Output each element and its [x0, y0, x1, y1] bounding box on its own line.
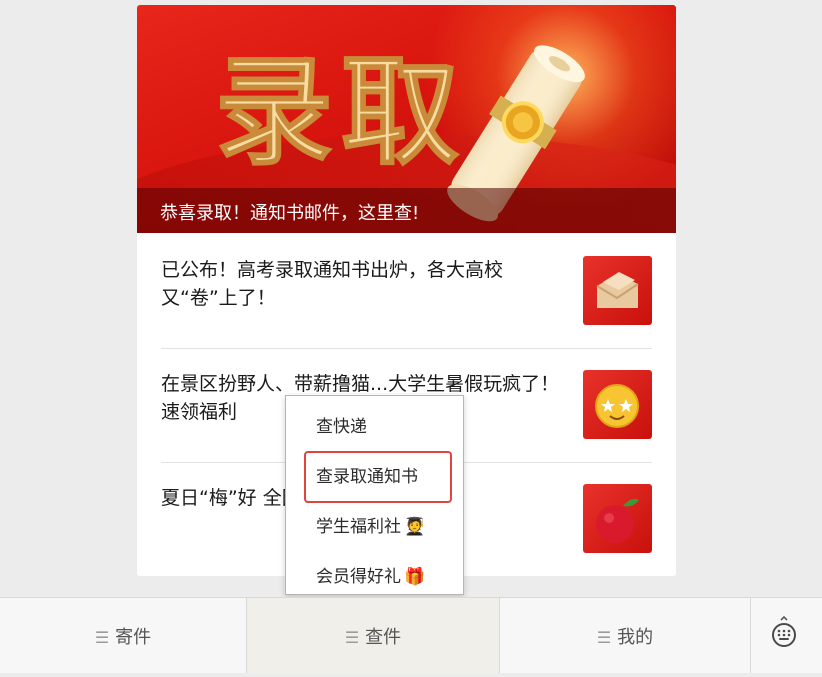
banner-caption: 恭喜录取！通知书邮件，这里查!	[160, 203, 420, 224]
banner-art-text: 录取	[215, 42, 467, 181]
tab-label: 寄件	[115, 627, 152, 648]
tab-label: 查件	[365, 627, 402, 648]
star-eyes-face-icon	[583, 370, 652, 439]
menu-item-label: 查快递	[316, 417, 367, 437]
student-icon: 🧑‍🎓	[404, 517, 426, 537]
keyboard-icon	[772, 615, 796, 647]
menu-lines-icon: ☰	[94, 628, 110, 647]
menu-item-member-gifts[interactable]: 会员得好礼 🎁	[286, 553, 463, 593]
tab-track[interactable]: ☰ 查件	[247, 598, 500, 673]
menu-item-student-benefits[interactable]: 学生福利社 🧑‍🎓	[286, 503, 463, 543]
menu-lines-icon: ☰	[344, 628, 360, 647]
menu-item-label: 查录取通知书	[316, 467, 418, 487]
keyboard-toggle-button[interactable]	[751, 598, 822, 673]
menu-item-admission-letter[interactable]: 查录取通知书	[286, 453, 463, 493]
gift-icon: 🎁	[404, 567, 426, 587]
bayberry-fruit-icon	[583, 484, 652, 553]
tab-send[interactable]: ☰ 寄件	[0, 598, 247, 673]
bottom-menu-bar: ☰ 寄件 ☰ 查件 ☰ 我的	[0, 597, 822, 673]
article-divider	[161, 348, 652, 349]
envelope-icon	[583, 256, 652, 325]
article-title: 已公布！高考录取通知书出炉，各大高校又“卷”上了！	[161, 259, 504, 309]
menu-item-label: 学生福利社	[316, 517, 401, 537]
article-item[interactable]: 已公布！高考录取通知书出炉，各大高校又“卷”上了！	[161, 256, 652, 326]
menu-item-label: 会员得好礼	[316, 567, 401, 587]
banner-caption-bar: 恭喜录取！通知书邮件，这里查!	[137, 188, 676, 233]
tab-label: 我的	[617, 627, 654, 648]
menu-item-track-package[interactable]: 查快递	[286, 403, 463, 443]
tab-mine[interactable]: ☰ 我的	[500, 598, 751, 673]
menu-lines-icon: ☰	[596, 628, 612, 647]
service-popup-menu: 查快递 查录取通知书 学生福利社 🧑‍🎓 会员得好礼 🎁	[285, 395, 464, 595]
admission-banner[interactable]: 录取 恭喜录取！通知书邮件，这里查!	[137, 5, 676, 233]
